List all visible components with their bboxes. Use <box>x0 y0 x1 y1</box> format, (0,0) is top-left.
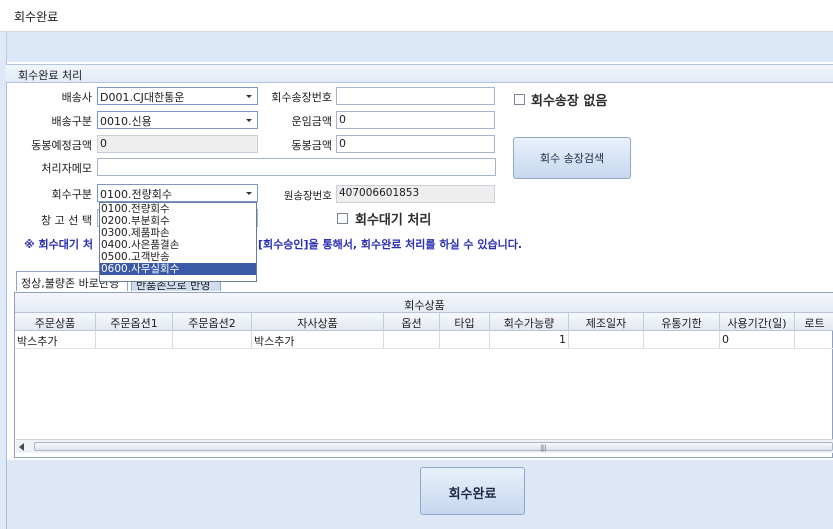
horizontal-scrollbar[interactable]: |||| <box>16 439 833 453</box>
dropdown-option[interactable]: 0400.사은품결손 <box>100 239 256 251</box>
table-cell[interactable]: 1 <box>490 331 569 348</box>
carrier-label: 배송사 <box>61 91 92 104</box>
table-cell[interactable]: 박스추가 <box>15 331 96 348</box>
chevron-down-icon[interactable] <box>246 95 252 98</box>
column-header[interactable]: 유통기한 <box>644 313 720 331</box>
freight-amount-input[interactable]: 0 <box>336 111 495 129</box>
return-invoice-input[interactable] <box>336 87 495 105</box>
dropdown-option[interactable]: 0500.고객반송 <box>100 251 256 263</box>
warehouse-label: 창 고 선 택 <box>41 214 92 227</box>
column-header[interactable]: 타입 <box>440 313 490 331</box>
dropdown-option[interactable]: 0200.부분회수 <box>100 215 256 227</box>
column-header[interactable]: 옵션 <box>384 313 440 331</box>
column-header[interactable]: 주문옵션2 <box>173 313 252 331</box>
dropdown-option-highlighted[interactable]: 0600.사무실회수 <box>100 263 256 275</box>
enclosed-expected-input: 0 <box>97 135 258 153</box>
scroll-left-icon[interactable] <box>19 443 24 451</box>
return-wait-checkbox[interactable] <box>337 213 348 224</box>
delivery-type-label: 배송구분 <box>51 115 92 128</box>
scroll-thumb[interactable]: |||| <box>34 442 833 452</box>
no-return-invoice-checkbox[interactable] <box>514 94 525 105</box>
dropdown-option[interactable]: 0100.전량회수 <box>100 203 256 215</box>
carrier-combo[interactable]: D001.CJ대한통운 <box>97 87 258 105</box>
column-header[interactable]: 제조일자 <box>569 313 644 331</box>
column-header[interactable]: 주문옵션1 <box>96 313 173 331</box>
table-cell[interactable] <box>173 331 252 348</box>
original-invoice-input: 407006601853 <box>336 185 495 203</box>
table-cell[interactable] <box>644 331 720 348</box>
notice-text: [회수승인]을 통해서, 회수완료 처리를 하실 수 있습니다. <box>258 238 523 251</box>
grid-header: 주문상품 주문옵션1 주문옵션2 자사상품 옵션 타입 회수가능량 제조일자 유… <box>15 313 833 331</box>
table-cell[interactable]: 0 <box>720 331 795 348</box>
return-type-value: 0100.전량회수 <box>100 188 172 201</box>
table-cell[interactable] <box>440 331 490 348</box>
handler-memo-input[interactable] <box>97 158 496 176</box>
complete-button[interactable]: 회수완료 <box>420 467 525 515</box>
group-title: 회수완료 처리 <box>6 64 833 83</box>
return-wait-label: 회수대기 처리 <box>355 213 432 228</box>
notice-prefix: ※ 회수대기 처 <box>24 238 93 251</box>
freight-amount-label: 운임금액 <box>291 115 332 128</box>
return-type-label: 회수구분 <box>51 188 92 201</box>
enclosed-amount-label: 동봉금액 <box>291 139 332 152</box>
enclosed-amount-input[interactable]: 0 <box>336 135 495 153</box>
dropdown-option[interactable]: 0300.제품파손 <box>100 227 256 239</box>
return-type-dropdown[interactable]: 0100.전량회수 0200.부분회수 0300.제품파손 0400.사은품결손… <box>99 202 257 282</box>
column-header[interactable]: 로트 <box>795 313 833 331</box>
column-header[interactable]: 회수가능량 <box>490 313 569 331</box>
no-return-invoice-label: 회수송장 없음 <box>531 94 608 109</box>
invoice-search-button[interactable]: 회수 송장검색 <box>513 137 631 179</box>
table-cell[interactable] <box>96 331 173 348</box>
chevron-down-icon[interactable] <box>246 192 252 195</box>
return-invoice-label: 회수송장번호 <box>271 91 332 104</box>
delivery-type-value: 0010.신용 <box>100 115 152 128</box>
column-header[interactable]: 주문상품 <box>15 313 96 331</box>
table-cell[interactable]: 박스추가 <box>252 331 384 348</box>
table-cell[interactable] <box>569 331 644 348</box>
grid-band-title: 회수상품 <box>15 293 833 313</box>
table-cell[interactable] <box>795 331 833 348</box>
return-type-combo[interactable]: 0100.전량회수 <box>97 184 258 202</box>
original-invoice-label: 원송장번호 <box>283 190 332 202</box>
returned-items-grid: 회수상품 주문상품 주문옵션1 주문옵션2 자사상품 옵션 타입 회수가능량 제… <box>14 292 833 458</box>
column-header[interactable]: 자사상품 <box>252 313 384 331</box>
column-header[interactable]: 사용기간(일) <box>720 313 795 331</box>
delivery-type-combo[interactable]: 0010.신용 <box>97 111 258 129</box>
carrier-value: D001.CJ대한통운 <box>100 91 185 104</box>
enclosed-expected-label: 동봉예정금액 <box>31 139 92 152</box>
grip-icon: |||| <box>540 444 547 452</box>
handler-memo-label: 처리자메모 <box>41 162 92 175</box>
toolbar-strip <box>6 32 833 62</box>
chevron-down-icon[interactable] <box>246 119 252 122</box>
table-cell[interactable] <box>384 331 440 348</box>
window-title: 회수완료 <box>0 0 833 32</box>
table-row[interactable]: 박스추가 박스추가 1 0 <box>15 331 833 349</box>
